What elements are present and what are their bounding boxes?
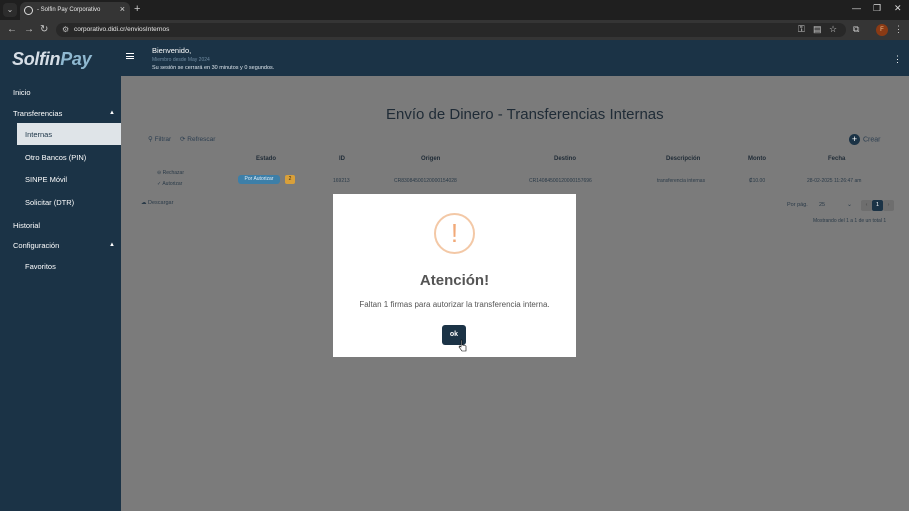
refresh-button[interactable]: ⟳ Refrescar xyxy=(180,135,215,143)
restore-icon[interactable]: ❐ xyxy=(873,3,881,14)
page-title: Envío de Dinero - Transferencias Interna… xyxy=(386,106,664,123)
dialog-message: Faltan 1 firmas para autorizar la transf… xyxy=(359,300,550,309)
header-more-icon[interactable]: ⋮ xyxy=(893,54,902,65)
bookmark-star-icon[interactable]: ☆ xyxy=(829,24,837,35)
alert-dialog: ! Atención! Faltan 1 firmas para autoriz… xyxy=(333,194,576,357)
sidebar-item-internas[interactable]: Internas xyxy=(17,123,121,145)
per-page-label: Por pág. xyxy=(787,202,808,208)
tab-close-icon[interactable]: × xyxy=(120,4,125,14)
brand-logo[interactable]: SolfinPay xyxy=(12,49,92,70)
tab-favicon-icon xyxy=(24,6,33,15)
cell-descripcion: transferencia internas xyxy=(657,178,706,184)
status-badge: Por Autorizar xyxy=(238,175,280,184)
plus-circle-icon: + xyxy=(849,134,860,145)
forward-icon[interactable]: → xyxy=(24,24,34,35)
page-number-button[interactable]: 1 xyxy=(872,200,883,211)
url-text: corporativo.didi.cr/enviosInternos xyxy=(74,26,170,33)
sidebar-item-otros-bancos[interactable]: Otro Bancos (PIN) xyxy=(25,153,86,162)
prev-page-button[interactable]: ‹ xyxy=(861,200,872,211)
sidebar-item-transferencias[interactable]: Transferencias xyxy=(13,109,62,118)
brand-main-text: Solfin xyxy=(12,49,61,69)
address-bar[interactable]: ⚙ corporativo.didi.cr/enviosInternos xyxy=(56,23,846,37)
cell-origen: CR83084500120000154028 xyxy=(394,178,457,184)
column-header-estado[interactable]: Estado xyxy=(256,156,276,162)
reload-icon[interactable]: ↻ xyxy=(40,24,48,35)
minimize-icon[interactable]: — xyxy=(852,3,861,13)
filter-icon: ⚲ xyxy=(148,136,153,143)
cloud-download-icon: ☁ xyxy=(141,200,147,206)
new-tab-icon[interactable]: + xyxy=(134,3,140,15)
column-header-destino[interactable]: Destino xyxy=(554,156,576,162)
session-timer-text: Su sesión se cerrará en 30 minutos y 0 s… xyxy=(152,65,275,71)
refresh-label: Refrescar xyxy=(187,136,216,143)
reject-icon: ⊖ xyxy=(157,170,162,176)
window-close-icon[interactable]: ✕ xyxy=(894,3,902,14)
chevron-up-icon[interactable]: ▲ xyxy=(109,242,115,248)
tab-title: - Solfin Pay Corporativo xyxy=(37,7,101,13)
sidebar-item-historial[interactable]: Historial xyxy=(13,221,40,230)
member-since-text: Miembro desde May 2024 xyxy=(152,57,210,63)
cell-id: 169213 xyxy=(333,178,350,184)
menu-toggle-icon[interactable] xyxy=(126,53,134,59)
extensions-icon[interactable]: ⧉ xyxy=(853,24,859,35)
status-count-badge: 2 xyxy=(285,175,295,184)
next-page-button[interactable]: › xyxy=(883,200,894,211)
mouse-pointer-icon xyxy=(458,339,467,352)
sidebar: Inicio Transferencias ▲ Internas Otro Ba… xyxy=(0,76,121,511)
browser-tab-strip: ⌄ - Solfin Pay Corporativo × + — ❐ ✕ xyxy=(0,0,909,20)
filter-label: Filtrar xyxy=(154,136,172,143)
column-header-origen[interactable]: Origen xyxy=(421,156,440,162)
app-header xyxy=(0,40,909,76)
per-page-select[interactable]: 25 ⌄ xyxy=(819,200,855,211)
chevron-up-icon[interactable]: ▲ xyxy=(109,110,115,116)
reject-action[interactable]: ⊖ Rechazar xyxy=(157,170,184,176)
create-label: Crear xyxy=(863,136,881,144)
browser-tab[interactable]: - Solfin Pay Corporativo × xyxy=(20,2,130,20)
cell-fecha: 28-02-2025 11:26:47 am xyxy=(807,178,862,184)
sidebar-item-inicio[interactable]: Inicio xyxy=(13,88,31,97)
refresh-icon: ⟳ xyxy=(180,136,186,143)
app-window: ⌄ - Solfin Pay Corporativo × + — ❐ ✕ ← →… xyxy=(0,0,909,511)
column-header-id[interactable]: ID xyxy=(339,156,345,162)
welcome-text: Bienvenido, xyxy=(152,46,192,55)
column-header-monto[interactable]: Monto xyxy=(748,156,766,162)
browser-menu-icon[interactable]: ⋮ xyxy=(894,24,903,35)
sidebar-item-configuracion[interactable]: Configuración xyxy=(13,241,59,250)
password-key-icon[interactable]: ⚿ xyxy=(798,24,805,35)
site-info-icon[interactable]: ⚙ xyxy=(62,25,69,34)
authorize-label: Autorizar xyxy=(162,181,183,187)
filter-button[interactable]: ⚲ Filtrar xyxy=(148,135,171,143)
column-header-descripcion[interactable]: Descripción xyxy=(666,156,700,162)
per-page-value: 25 xyxy=(819,202,826,208)
column-header-fecha[interactable]: Fecha xyxy=(828,156,845,162)
sidebar-item-sinpe-movil[interactable]: SINPE Móvil xyxy=(25,175,67,184)
warning-icon: ! xyxy=(434,213,475,254)
download-button[interactable]: ☁ Descargar xyxy=(141,200,173,206)
profile-avatar[interactable]: F xyxy=(876,24,888,36)
authorize-action[interactable]: ✓ Autorizar xyxy=(157,181,182,187)
back-icon[interactable]: ← xyxy=(7,24,17,35)
tab-search-icon[interactable]: ⌄ xyxy=(3,3,17,17)
cell-destino: CR14084500120000157696 xyxy=(529,178,592,184)
reject-label: Rechazar xyxy=(162,170,184,176)
browser-toolbar: ← → ↻ ⚙ corporativo.didi.cr/enviosIntern… xyxy=(0,20,909,40)
brand-accent-text: Pay xyxy=(60,49,92,69)
chevron-down-icon: ⌄ xyxy=(846,202,852,208)
pagination-summary: Mostrando del 1 a 1 de un total 1 xyxy=(813,218,887,224)
sidebar-item-solicitar-dtr[interactable]: Solicitar (DTR) xyxy=(25,198,74,207)
translate-icon[interactable]: ▤ xyxy=(813,24,822,35)
sidebar-item-favoritos[interactable]: Favoritos xyxy=(25,262,56,271)
dialog-title: Atención! xyxy=(419,272,490,289)
download-label: Descargar xyxy=(148,200,174,206)
create-button[interactable]: + Crear xyxy=(849,134,881,145)
check-icon: ✓ xyxy=(157,181,162,187)
cell-monto: ₡10.00 xyxy=(749,178,766,184)
